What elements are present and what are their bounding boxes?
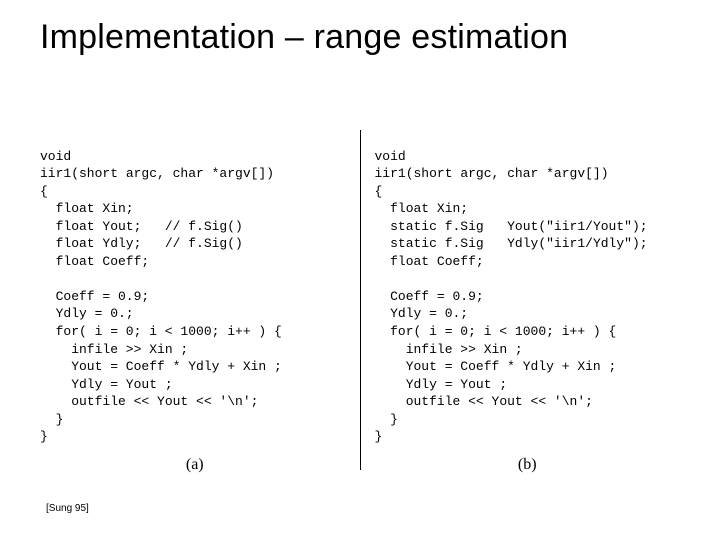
code-line: Ydly = Yout ; [375,376,508,394]
code-line: infile >> Xin ; [375,341,523,359]
figure-panel-b: void iir1(short argc, char *argv[]) { fl… [361,130,681,470]
code-figure: void iir1(short argc, char *argv[]) { fl… [40,130,680,470]
code-line: for( i = 0; i < 1000; i++ ) { [375,323,617,341]
code-line: { [375,184,383,199]
code-line: } [375,411,398,429]
page-title: Implementation – range estimation [40,18,690,57]
code-line: Yout("iir1/Yout"); [507,219,647,234]
code-line: float Xin; [40,200,134,218]
code-line: Ydly = 0.; [40,305,134,323]
code-line: } [375,429,383,444]
code-line: float Ydly; [40,235,141,253]
code-line: Ydly("iir1/Ydly"); [507,236,647,251]
figure-label-a: (a) [40,456,350,474]
code-line: outfile << Yout << '\n'; [40,393,258,411]
code-comment: // f.Sig() [165,219,243,234]
code-line: iir1(short argc, char *argv[]) [375,166,609,181]
code-line: Coeff = 0.9; [40,288,149,306]
code-block-b: void iir1(short argc, char *argv[]) { fl… [375,130,681,446]
code-line: static f.Sig [375,235,484,253]
code-line: } [40,429,48,444]
code-line: float Coeff; [375,253,484,271]
code-line: float Xin; [375,200,469,218]
slide: Implementation – range estimation void i… [0,0,720,540]
code-line: void [375,149,406,164]
code-line: Yout = Coeff * Ydly + Xin ; [40,358,282,376]
figure-panel-a: void iir1(short argc, char *argv[]) { fl… [40,130,360,470]
code-line: Ydly = Yout ; [40,376,173,394]
code-line: { [40,184,48,199]
code-line: Coeff = 0.9; [375,288,484,306]
code-line: } [40,411,63,429]
code-comment: // f.Sig() [165,236,243,251]
code-block-a: void iir1(short argc, char *argv[]) { fl… [40,130,350,446]
code-line: Yout = Coeff * Ydly + Xin ; [375,358,617,376]
code-line: infile >> Xin ; [40,341,188,359]
code-line: static f.Sig [375,218,484,236]
code-line: float Yout; [40,218,141,236]
code-line: float Coeff; [40,253,149,271]
figure-label-b: (b) [375,456,681,474]
code-line: outfile << Yout << '\n'; [375,393,593,411]
code-line: void [40,149,71,164]
citation: [Sung 95] [46,503,89,514]
code-line: iir1(short argc, char *argv[]) [40,166,274,181]
code-line: for( i = 0; i < 1000; i++ ) { [40,323,282,341]
code-line: Ydly = 0.; [375,305,469,323]
